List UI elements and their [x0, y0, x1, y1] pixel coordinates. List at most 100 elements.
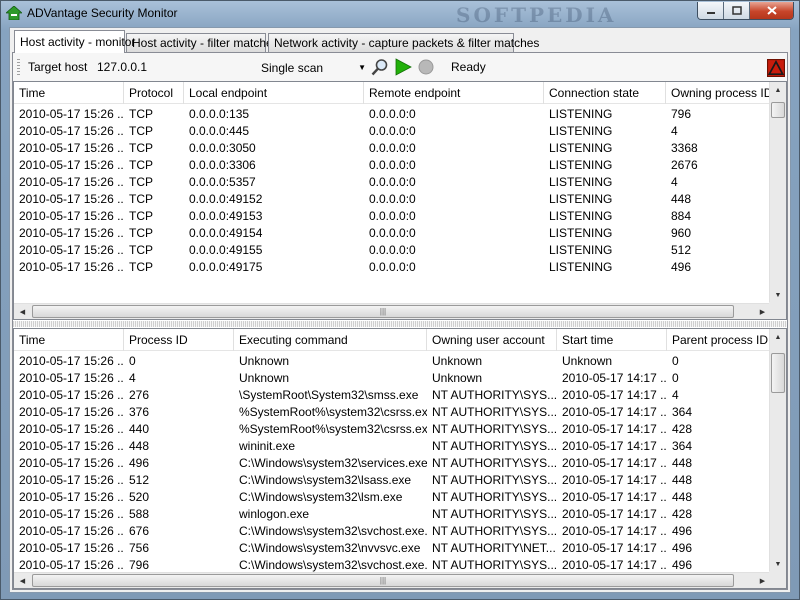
start-play-icon[interactable]	[394, 58, 412, 76]
table-cell: 2010-05-17 15:26 ...	[19, 422, 124, 436]
tab-host-activity-filter-matches[interactable]: Host activity - filter matches	[126, 33, 279, 52]
scroll-up-icon[interactable]: ▲	[770, 82, 786, 99]
table-cell: 2010-05-17 14:17 ...	[562, 541, 667, 555]
scroll-left-icon[interactable]: ◀	[14, 573, 31, 588]
column-header-start-time[interactable]: Start time	[557, 329, 667, 351]
table-row[interactable]: 2010-05-17 15:26 ... TCP 0.0.0.0:49153 0.0.…	[14, 207, 771, 224]
scroll-thumb[interactable]: |||	[32, 305, 734, 318]
table-cell: LISTENING	[549, 243, 613, 257]
table-row[interactable]: 2010-05-17 15:26 ... 676 C:\Windows\system…	[14, 522, 771, 539]
table-cell: TCP	[129, 192, 153, 206]
table-cell: NT AUTHORITY\SYS...	[432, 405, 557, 419]
table-cell: 2010-05-17 15:26 ...	[19, 490, 124, 504]
table-cell: C:\Windows\system32\services.exe	[239, 456, 427, 470]
table-cell: LISTENING	[549, 209, 613, 223]
table-cell: 440	[129, 422, 150, 436]
toolbar-grip[interactable]	[17, 59, 20, 75]
column-header-executing-command[interactable]: Executing command	[234, 329, 427, 351]
table-row[interactable]: 2010-05-17 15:26 ... TCP 0.0.0.0:445 0.0.0.…	[14, 122, 771, 139]
table-cell: 756	[129, 541, 150, 555]
column-header-protocol[interactable]: Protocol	[124, 82, 184, 104]
table-cell: 376	[129, 405, 150, 419]
table-row[interactable]: 2010-05-17 15:26 ... 448 wininit.exe NT AUT…	[14, 437, 771, 454]
column-header-parent-process-id[interactable]: Parent process ID	[667, 329, 771, 351]
column-header-local-endpoint[interactable]: Local endpoint	[184, 82, 364, 104]
alert-icon[interactable]	[767, 59, 785, 77]
scroll-up-icon[interactable]: ▲	[770, 329, 786, 346]
table-cell: winlogon.exe	[239, 507, 310, 521]
table-cell: 2010-05-17 14:17 ...	[562, 456, 667, 470]
processes-horizontal-scrollbar[interactable]: ◀ ||| ▶	[14, 572, 771, 588]
table-row[interactable]: 2010-05-17 15:26 ... TCP 0.0.0.0:49175 0.0.…	[14, 258, 771, 275]
table-cell: 0.0.0.0:0	[369, 107, 416, 121]
connections-table: Time Protocol Local endpoint Remote endp…	[13, 81, 787, 320]
table-row[interactable]: 2010-05-17 15:26 ... TCP 0.0.0.0:49154 0.0.…	[14, 224, 771, 241]
scroll-left-icon[interactable]: ◀	[14, 304, 31, 319]
column-header-time[interactable]: Time	[14, 329, 124, 351]
column-header-process-id[interactable]: Process ID	[124, 329, 234, 351]
close-button[interactable]	[750, 2, 793, 19]
table-row[interactable]: 2010-05-17 15:26 ... 520 C:\Windows\system…	[14, 488, 771, 505]
scroll-thumb[interactable]	[771, 102, 785, 118]
column-header-owning-user-account[interactable]: Owning user account	[427, 329, 557, 351]
table-row[interactable]: 2010-05-17 15:26 ... 496 C:\Windows\system…	[14, 454, 771, 471]
table-row[interactable]: 2010-05-17 15:26 ... TCP 0.0.0.0:49155 0.0.…	[14, 241, 771, 258]
table-row[interactable]: 2010-05-17 15:26 ... TCP 0.0.0.0:3306 0.0.0…	[14, 156, 771, 173]
table-cell: 0.0.0.0:49155	[189, 243, 263, 257]
table-row[interactable]: 2010-05-17 15:26 ... 756 C:\Windows\system…	[14, 539, 771, 556]
table-row[interactable]: 2010-05-17 15:26 ... 376 %SystemRoot%\syst…	[14, 403, 771, 420]
processes-header: Time Process ID Executing command Owning…	[14, 329, 771, 351]
title-bar[interactable]: ADVantage Security Monitor SOFTPEDIA	[1, 1, 799, 27]
table-cell: 2010-05-17 15:26 ...	[19, 124, 124, 138]
table-row[interactable]: 2010-05-17 15:26 ... 0 Unknown Unknown Unkno…	[14, 352, 771, 369]
connections-horizontal-scrollbar[interactable]: ◀ ||| ▶	[14, 303, 771, 319]
column-header-connection-state[interactable]: Connection state	[544, 82, 666, 104]
maximize-button[interactable]	[724, 2, 750, 19]
table-cell: 0.0.0.0:0	[369, 192, 416, 206]
table-cell: TCP	[129, 124, 153, 138]
column-header-remote-endpoint[interactable]: Remote endpoint	[364, 82, 544, 104]
table-cell: 520	[129, 490, 150, 504]
table-cell: 2010-05-17 15:26 ...	[19, 107, 124, 121]
table-row[interactable]: 2010-05-17 15:26 ... TCP 0.0.0.0:49152 0.0.…	[14, 190, 771, 207]
table-cell: 0.0.0.0:0	[369, 260, 416, 274]
search-icon[interactable]	[371, 58, 389, 76]
tab-network-activity[interactable]: Network activity - capture packets & fil…	[268, 33, 539, 52]
scroll-thumb[interactable]: |||	[32, 574, 734, 587]
tab-host-activity-monitor[interactable]: Host activity - monitor	[14, 30, 135, 53]
table-row[interactable]: 2010-05-17 15:26 ... TCP 0.0.0.0:135 0.0.0.…	[14, 105, 771, 122]
softpedia-watermark: SOFTPEDIA	[456, 3, 617, 27]
table-cell: 676	[129, 524, 150, 538]
scan-mode-select[interactable]: Single scan ▼	[254, 57, 370, 77]
table-cell: 448	[671, 192, 692, 206]
table-cell: 2010-05-17 15:26 ...	[19, 371, 124, 385]
table-row[interactable]: 2010-05-17 15:26 ... 440 %SystemRoot%\syst…	[14, 420, 771, 437]
processes-vertical-scrollbar[interactable]: ▲ ▼	[769, 329, 786, 573]
table-row[interactable]: 2010-05-17 15:26 ... 796 C:\Windows\system…	[14, 556, 771, 573]
window-controls	[697, 2, 794, 20]
table-cell: NT AUTHORITY\SYS...	[432, 507, 557, 521]
minimize-button[interactable]	[698, 2, 724, 19]
tab-label: Network activity - capture packets & fil…	[274, 36, 540, 50]
scroll-thumb[interactable]	[771, 353, 785, 393]
table-cell: 496	[129, 456, 150, 470]
table-cell: 2010-05-17 14:17 ...	[562, 558, 667, 572]
table-row[interactable]: 2010-05-17 15:26 ... 276 \SystemRoot\Syste…	[14, 386, 771, 403]
table-row[interactable]: 2010-05-17 15:26 ... 588 winlogon.exe NT AU…	[14, 505, 771, 522]
table-row[interactable]: 2010-05-17 15:26 ... 512 C:\Windows\system…	[14, 471, 771, 488]
table-cell: 2010-05-17 15:26 ...	[19, 558, 124, 572]
stop-icon[interactable]	[417, 58, 435, 76]
panel-splitter[interactable]	[13, 321, 787, 327]
table-cell: 0.0.0.0:0	[369, 243, 416, 257]
column-header-time[interactable]: Time	[14, 82, 124, 104]
target-host-input[interactable]: 127.0.0.1	[97, 60, 147, 74]
connections-vertical-scrollbar[interactable]: ▲ ▼	[769, 82, 786, 304]
column-header-owning-process-id[interactable]: Owning process ID	[666, 82, 771, 104]
table-row[interactable]: 2010-05-17 15:26 ... 4 Unknown Unknown 2010-…	[14, 369, 771, 386]
table-cell: 2010-05-17 15:26 ...	[19, 260, 124, 274]
table-row[interactable]: 2010-05-17 15:26 ... TCP 0.0.0.0:5357 0.0.0…	[14, 173, 771, 190]
table-row[interactable]: 2010-05-17 15:26 ... TCP 0.0.0.0:3050 0.0.0…	[14, 139, 771, 156]
scrollbar-corner	[769, 302, 786, 319]
table-cell: LISTENING	[549, 107, 613, 121]
app-window: ADVantage Security Monitor SOFTPEDIA Hos…	[0, 0, 800, 600]
